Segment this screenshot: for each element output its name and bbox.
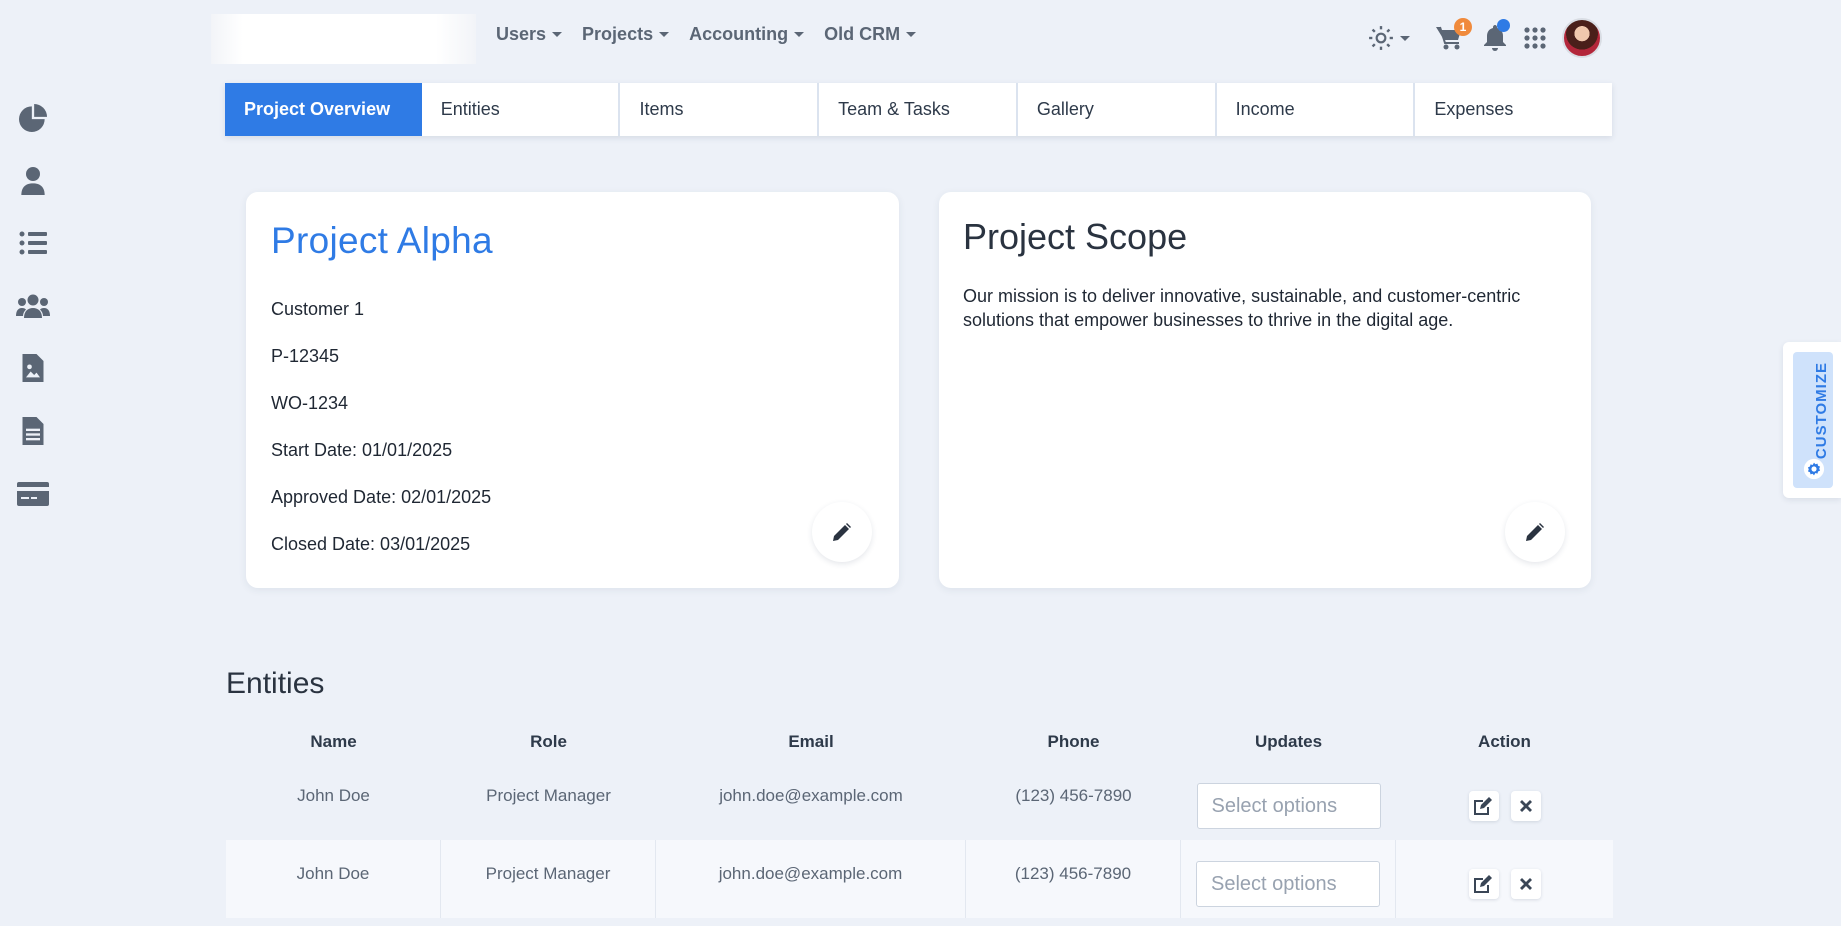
caret-down-icon bbox=[552, 32, 563, 37]
tab-income[interactable]: Income bbox=[1217, 83, 1416, 136]
apps-grid-button[interactable] bbox=[1524, 27, 1546, 49]
close-icon bbox=[1519, 878, 1532, 890]
project-number: P-12345 bbox=[271, 346, 340, 366]
delete-row-button[interactable] bbox=[1510, 869, 1541, 899]
cell-role: Project Manager bbox=[441, 840, 656, 918]
table-row: John Doe Project Manager john.doe@exampl… bbox=[226, 762, 1613, 840]
edit-icon bbox=[1473, 875, 1492, 893]
column-header-action: Action bbox=[1478, 732, 1531, 751]
entities-table: Name Role Email Phone Updates Action Joh… bbox=[226, 722, 1613, 918]
start-date: Start Date: 01/01/2025 bbox=[271, 440, 453, 460]
approved-date: Approved Date: 02/01/2025 bbox=[271, 487, 492, 507]
tab-gallery[interactable]: Gallery bbox=[1018, 83, 1217, 136]
column-header-phone[interactable]: Phone bbox=[966, 732, 1181, 752]
nav-old-crm-menu[interactable]: Old CRM bbox=[824, 24, 917, 45]
cell-action bbox=[1396, 840, 1613, 918]
left-sidebar bbox=[0, 0, 66, 926]
customize-label: CUSTOMIZE bbox=[1813, 362, 1830, 460]
edit-project-button[interactable] bbox=[812, 502, 872, 562]
user-icon[interactable] bbox=[14, 163, 52, 199]
project-details-card: Project Alpha Customer 1 P-12345 WO-1234… bbox=[246, 192, 899, 588]
top-navigation: Users Projects Accounting Old CRM bbox=[496, 24, 917, 45]
edit-row-button[interactable] bbox=[1468, 791, 1499, 821]
tab-expenses[interactable]: Expenses bbox=[1415, 83, 1612, 136]
caret-down-icon bbox=[906, 32, 917, 37]
nav-projects-label: Projects bbox=[582, 24, 654, 44]
users-icon[interactable] bbox=[14, 288, 52, 324]
cell-email: john.doe@example.com bbox=[656, 840, 966, 918]
nav-accounting-menu[interactable]: Accounting bbox=[689, 24, 805, 45]
cell-updates: Select options bbox=[1181, 762, 1396, 840]
project-scope-card: Project Scope Our mission is to deliver … bbox=[939, 192, 1591, 588]
apps-grid-icon bbox=[1524, 27, 1546, 49]
nav-projects-menu[interactable]: Projects bbox=[582, 24, 670, 45]
gear-icon bbox=[1803, 458, 1825, 480]
edit-row-button[interactable] bbox=[1468, 869, 1499, 899]
credit-card-icon[interactable] bbox=[14, 476, 52, 512]
edit-scope-button[interactable] bbox=[1505, 502, 1565, 562]
close-icon bbox=[1519, 800, 1532, 812]
cell-action bbox=[1396, 762, 1613, 840]
nav-old-crm-label: Old CRM bbox=[824, 24, 901, 44]
updates-select[interactable]: Select options bbox=[1196, 783, 1381, 829]
customize-tab: CUSTOMIZE bbox=[1793, 352, 1833, 488]
nav-users-label: Users bbox=[496, 24, 547, 44]
top-right-toolbar: 1 bbox=[1368, 14, 1602, 62]
list-icon[interactable] bbox=[14, 225, 52, 261]
caret-down-icon bbox=[1400, 35, 1410, 41]
tab-project-overview[interactable]: Project Overview bbox=[225, 83, 422, 136]
cell-role: Project Manager bbox=[486, 786, 611, 805]
delete-row-button[interactable] bbox=[1510, 791, 1541, 821]
work-order-number: WO-1234 bbox=[271, 393, 349, 413]
scope-description: Our mission is to deliver innovative, su… bbox=[963, 286, 1521, 330]
cell-updates: Select options bbox=[1181, 840, 1396, 918]
caret-down-icon bbox=[659, 32, 670, 37]
sun-icon bbox=[1369, 26, 1393, 50]
table-header: Name Role Email Phone Updates Action bbox=[226, 722, 1613, 762]
scope-title: Project Scope bbox=[963, 216, 1188, 257]
project-name: Project Alpha bbox=[271, 220, 493, 261]
updates-select[interactable]: Select options bbox=[1196, 861, 1380, 907]
theme-toggle-button[interactable] bbox=[1368, 25, 1410, 51]
pencil-icon bbox=[833, 523, 851, 541]
document-icon[interactable] bbox=[14, 413, 52, 449]
cart-button[interactable]: 1 bbox=[1436, 18, 1472, 50]
notifications-button[interactable] bbox=[1484, 19, 1510, 51]
cell-name: John Doe bbox=[226, 840, 441, 918]
tab-items[interactable]: Items bbox=[620, 83, 820, 136]
table-row: John Doe Project Manager john.doe@exampl… bbox=[226, 840, 1613, 918]
cell-email: john.doe@example.com bbox=[719, 786, 903, 805]
tab-team-tasks[interactable]: Team & Tasks bbox=[819, 83, 1018, 136]
pencil-icon bbox=[1526, 523, 1544, 541]
tab-entities[interactable]: Entities bbox=[422, 83, 621, 136]
column-header-role[interactable]: Role bbox=[441, 732, 656, 752]
edit-icon bbox=[1473, 797, 1492, 815]
cell-name: John Doe bbox=[297, 786, 370, 805]
project-customer: Customer 1 bbox=[271, 299, 365, 319]
customize-panel-toggle[interactable]: CUSTOMIZE bbox=[1783, 342, 1841, 498]
column-header-email[interactable]: Email bbox=[656, 732, 966, 752]
pie-chart-icon[interactable] bbox=[14, 100, 52, 136]
company-logo[interactable] bbox=[211, 14, 476, 64]
project-tabs: Project Overview Entities Items Team & T… bbox=[225, 83, 1612, 136]
column-header-name[interactable]: Name bbox=[226, 732, 441, 752]
image-file-icon[interactable] bbox=[14, 350, 52, 386]
user-avatar[interactable] bbox=[1562, 18, 1602, 58]
cart-count-badge: 1 bbox=[1454, 18, 1472, 36]
cell-phone: (123) 456-7890 bbox=[1015, 786, 1132, 805]
cell-phone: (123) 456-7890 bbox=[966, 840, 1181, 918]
notification-dot bbox=[1497, 19, 1510, 32]
column-header-updates[interactable]: Updates bbox=[1181, 732, 1396, 752]
entities-section-title: Entities bbox=[226, 667, 325, 700]
closed-date: Closed Date: 03/01/2025 bbox=[271, 534, 471, 554]
caret-down-icon bbox=[794, 32, 805, 37]
nav-users-menu[interactable]: Users bbox=[496, 24, 563, 45]
nav-accounting-label: Accounting bbox=[689, 24, 789, 44]
